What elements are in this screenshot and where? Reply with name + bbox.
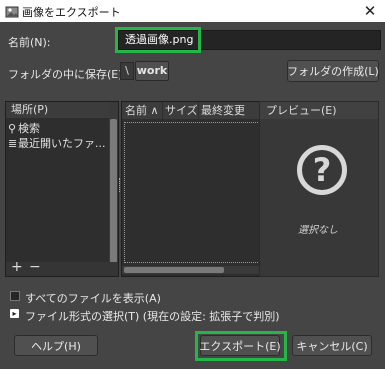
- column-header-name[interactable]: 名前 ∧: [122, 102, 162, 119]
- path-folder-work-button[interactable]: work: [135, 61, 169, 81]
- window-title: 画像をエクスポート: [22, 6, 121, 19]
- create-folder-button[interactable]: フォルダの作成(L): [287, 60, 379, 82]
- export-highlight-box: [195, 331, 287, 361]
- places-footer: [6, 262, 118, 276]
- file-list-area[interactable]: [124, 122, 266, 263]
- add-place-icon[interactable]: +: [11, 259, 23, 275]
- column-header-size[interactable]: サイズ: [163, 102, 198, 119]
- preview-empty-text: 選択なし: [298, 225, 338, 236]
- show-all-files-label[interactable]: すべてのファイルを表示(A): [25, 290, 161, 306]
- name-label: 名前(N):: [8, 36, 51, 49]
- place-item-search[interactable]: ⚲ 検索: [8, 122, 40, 136]
- cancel-button[interactable]: キャンセル(C): [292, 335, 372, 356]
- question-mark-icon: ?: [297, 145, 347, 195]
- places-scrollbar-thumb[interactable]: [110, 119, 117, 263]
- save-in-folder-label: フォルダの中に保存(E):: [8, 68, 127, 81]
- place-item-recent[interactable]: ≣最近開いたファ...: [8, 137, 106, 151]
- places-header: 場所(P): [6, 102, 118, 118]
- help-button[interactable]: ヘルプ(H): [14, 335, 98, 356]
- close-icon[interactable]: ✕: [355, 0, 385, 22]
- show-all-files-checkbox[interactable]: [10, 291, 20, 301]
- place-item-label: 最近開いたファ...: [18, 137, 106, 150]
- expander-icon[interactable]: ▸: [10, 309, 19, 318]
- place-item-label: 検索: [18, 122, 40, 135]
- file-list-scrollbar-thumb[interactable]: [124, 267, 224, 273]
- recent-files-icon: ≣: [8, 137, 18, 150]
- search-icon: ⚲: [8, 122, 17, 135]
- path-root-button[interactable]: \: [120, 62, 134, 80]
- column-header-modified[interactable]: 最終変更: [199, 102, 268, 119]
- remove-place-icon[interactable]: −: [29, 259, 41, 275]
- preview-header: プレビュー(E): [260, 102, 378, 119]
- filename-highlight-box: [115, 27, 201, 53]
- app-icon: [5, 6, 19, 18]
- file-type-expander-label[interactable]: ファイル形式の選択(T) (現在の設定: 拡張子で判別): [25, 308, 280, 324]
